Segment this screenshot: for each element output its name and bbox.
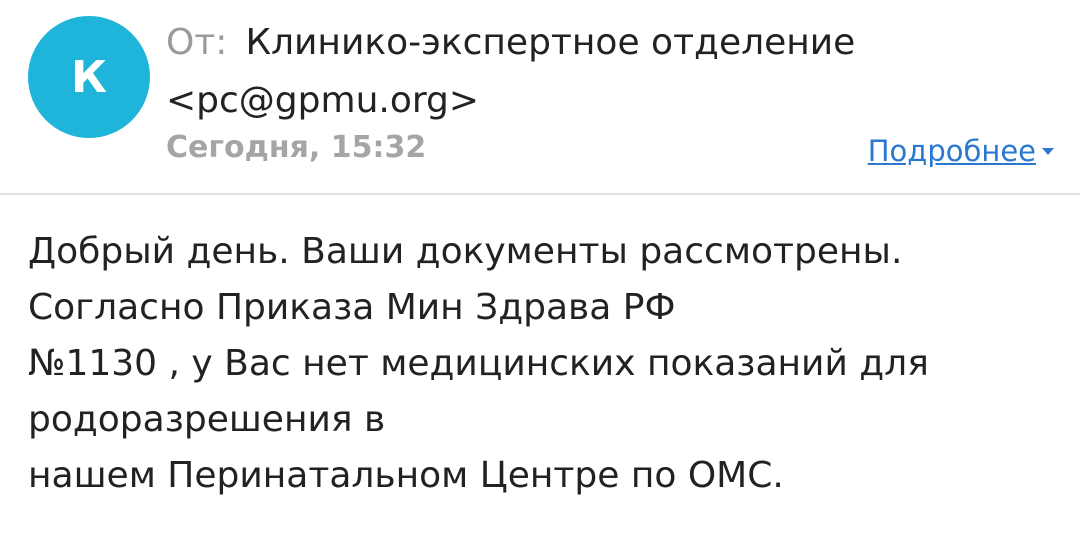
from-block: От: Клинико-экспертное отделение <pc@gpmu… [166,14,986,130]
avatar-letter: К [71,51,107,103]
message-line: родоразрешения в [28,399,386,440]
details-link-label[interactable]: Подробнее [868,134,1036,168]
sender-name[interactable]: Клинико-экспертное отделение [245,22,855,63]
sender-avatar[interactable]: К [28,16,150,138]
message-line: нашем Перинатальном Центре по ОМС. [28,455,784,496]
from-label: От: [166,22,228,63]
caret-down-icon[interactable] [1042,147,1054,155]
message-line: №1130 , у Вас нет медицинских показаний … [28,343,929,384]
email-date: Сегодня, 15:32 [166,130,427,165]
message-body: Добрый день. Ваши документы рассмотрены.… [28,224,1058,504]
message-line: Согласно Приказа Мин Здрава РФ [28,287,676,328]
details-link[interactable]: Подробнее [868,134,1054,168]
message-line: Добрый день. Ваши документы рассмотрены. [28,231,903,272]
email-header: К От: Клинико-экспертное отделение <pc@gp… [0,0,1080,195]
sender-email[interactable]: <pc@gpmu.org> [166,80,479,121]
